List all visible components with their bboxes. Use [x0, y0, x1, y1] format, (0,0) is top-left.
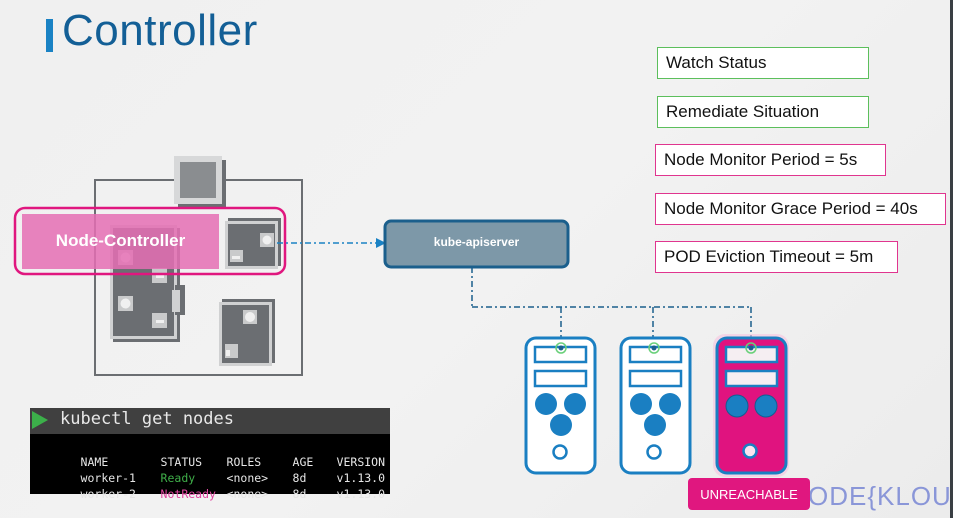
cell-status-notready: NotReady: [160, 487, 216, 501]
terminal-row: worker-2 NotReady <none> 8d v1.13.0: [39, 473, 407, 515]
terminal-window: kubectl get nodes NAME STATUS ROLES AGE VERS…: [30, 408, 390, 501]
kube-apiserver-label: kube-apiserver: [433, 235, 520, 249]
unreachable-badge: UNREACHABLE: [688, 478, 810, 510]
terminal-output: NAME STATUS ROLES AGE VERSION worker-1 Ready <…: [30, 434, 390, 501]
play-icon: [32, 411, 48, 429]
terminal-command: kubectl get nodes: [60, 409, 234, 429]
worker-node-1-icon: [524, 336, 597, 475]
worker-node-3-unreachable-icon: [713, 334, 789, 477]
cell-roles: <none>: [226, 487, 269, 501]
brand-logo: ODE{KLOUD: [808, 481, 953, 511]
cell-age: 8d: [292, 487, 307, 501]
node-controller-block-icon: [225, 218, 281, 269]
etcd-block-icon: [174, 156, 226, 208]
node-controller-label: Node-Controller: [55, 231, 186, 250]
terminal-header: kubectl get nodes: [30, 408, 390, 434]
cell-name: worker-2: [80, 487, 136, 501]
controller-manager-block-icon: [219, 299, 275, 366]
worker-node-2-icon: [619, 336, 692, 475]
cell-version: v1.13.0: [336, 487, 386, 501]
apiserver-to-nodes-links: [471, 267, 752, 348]
